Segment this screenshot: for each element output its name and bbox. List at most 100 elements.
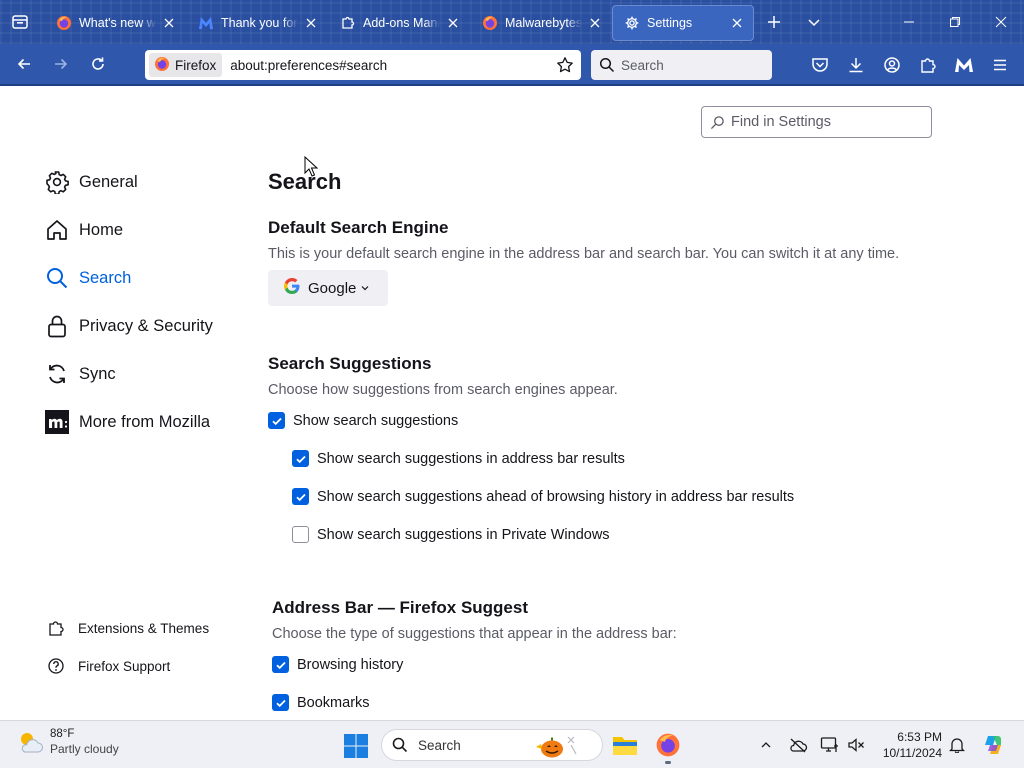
search-icon — [710, 115, 724, 129]
speaker-muted-icon — [848, 738, 864, 752]
extensions-button[interactable] — [910, 49, 946, 81]
mozilla-icon — [45, 410, 69, 434]
list-all-tabs-button[interactable] — [794, 0, 834, 44]
extensions-themes-link[interactable]: Extensions & Themes — [46, 618, 209, 638]
category-sync[interactable]: Sync — [45, 362, 116, 386]
find-in-settings-placeholder: Find in Settings — [731, 114, 831, 130]
arrow-right-icon — [55, 58, 68, 70]
forward-button[interactable] — [43, 48, 79, 80]
weather-condition: Partly cloudy — [50, 742, 119, 756]
malwarebytes-icon — [955, 58, 973, 72]
firefox-icon — [482, 15, 498, 31]
browsing-history-checkbox[interactable]: Browsing history — [272, 656, 403, 673]
bookmark-star-button[interactable] — [551, 51, 579, 79]
search-icon — [599, 57, 615, 73]
chevron-up-icon — [761, 742, 771, 748]
firefox-support-label: Firefox Support — [78, 658, 171, 674]
checkbox-label: Show search suggestions ahead of browsin… — [317, 488, 795, 505]
address-bar-suggest-description: Choose the type of suggestions that appe… — [272, 626, 677, 642]
default-engine-select[interactable]: Google — [268, 270, 388, 306]
onedrive-tray-icon[interactable] — [787, 734, 809, 756]
notifications-button[interactable] — [946, 734, 968, 756]
network-tray-icon[interactable] — [819, 734, 841, 756]
category-privacy-security[interactable]: Privacy & Security — [45, 314, 213, 338]
close-icon[interactable] — [160, 14, 178, 32]
minimize-button[interactable] — [886, 0, 932, 44]
tab-addons-manager[interactable]: Add-ons Manager — [328, 5, 470, 41]
back-button[interactable] — [6, 48, 42, 80]
file-explorer-button[interactable] — [609, 729, 641, 761]
system-clock[interactable]: 6:53 PM 10/11/2024 — [876, 729, 942, 761]
app-menu-button[interactable] — [982, 49, 1018, 81]
downloads-button[interactable] — [838, 49, 874, 81]
firefox-taskbar-button[interactable] — [652, 729, 684, 764]
copilot-button[interactable] — [980, 732, 1006, 758]
close-icon[interactable] — [444, 14, 462, 32]
pocket-icon — [812, 58, 828, 72]
search-icon — [392, 737, 408, 753]
category-label: Home — [79, 220, 124, 239]
suggestions-ahead-of-history-checkbox[interactable]: Show search suggestions ahead of browsin… — [292, 488, 794, 505]
reload-icon — [92, 57, 104, 70]
address-bar[interactable]: Firefox about:preferences#search — [145, 50, 581, 80]
partly-cloudy-icon — [21, 733, 43, 753]
navigation-toolbar: Firefox about:preferences#search Search — [0, 44, 1024, 86]
tab-thank-you[interactable]: Thank you for downloading — [186, 5, 328, 41]
category-home[interactable]: Home — [45, 218, 123, 242]
chevron-down-icon — [808, 19, 820, 27]
category-more-from-mozilla[interactable]: More from Mozilla — [45, 410, 210, 434]
monitor-network-icon — [820, 737, 838, 752]
restore-button[interactable] — [932, 0, 978, 44]
windows-taskbar: 88°F Partly cloudy Search 6:53 PM 10/11/… — [0, 720, 1024, 768]
pocket-button[interactable] — [802, 49, 838, 81]
tab-title: Add-ons Manager — [363, 16, 440, 30]
account-icon — [884, 57, 900, 73]
sync-icon — [45, 362, 69, 386]
suggestions-private-windows-checkbox[interactable]: Show search suggestions in Private Windo… — [292, 526, 610, 543]
new-tab-button[interactable] — [754, 0, 794, 44]
firefox-support-link[interactable]: Firefox Support — [46, 656, 170, 676]
suggestions-in-address-bar-checkbox[interactable]: Show search suggestions in address bar r… — [292, 450, 625, 467]
puzzle-icon — [340, 15, 356, 31]
show-search-suggestions-checkbox[interactable]: Show search suggestions — [268, 412, 458, 429]
home-icon — [45, 218, 69, 242]
malwarebytes-extension-button[interactable] — [946, 49, 982, 81]
weather-temperature: 88°F — [50, 728, 75, 740]
account-button[interactable] — [874, 49, 910, 81]
taskbar-search-box[interactable]: Search — [381, 729, 603, 761]
close-window-button[interactable] — [978, 0, 1024, 44]
checkbox-checked-icon — [292, 450, 309, 467]
checkbox-label: Browsing history — [297, 656, 404, 673]
reload-button[interactable] — [80, 48, 116, 80]
close-icon[interactable] — [728, 14, 746, 32]
default-engine-value: Google — [308, 279, 357, 297]
tab-whats-new[interactable]: What's new with Firefox — [44, 5, 186, 41]
close-icon[interactable] — [302, 14, 320, 32]
volume-tray-icon[interactable] — [845, 734, 867, 756]
tab-malwarebytes-guard[interactable]: Malwarebytes Browser Guard — [470, 5, 612, 41]
category-general[interactable]: General — [45, 170, 138, 194]
close-icon[interactable] — [586, 14, 604, 32]
identity-box[interactable]: Firefox — [149, 53, 223, 77]
find-in-settings-input[interactable]: Find in Settings — [701, 106, 932, 138]
search-bar[interactable]: Search — [591, 50, 772, 80]
tab-title: Settings — [647, 16, 693, 30]
default-search-engine-description: This is your default search engine in th… — [268, 246, 900, 262]
start-button[interactable] — [343, 733, 369, 759]
weather-widget[interactable]: 88°F Partly cloudy — [16, 727, 119, 757]
tab-settings[interactable]: Settings — [612, 5, 754, 41]
checkbox-checked-icon — [272, 656, 289, 673]
category-label: Search — [79, 268, 132, 287]
show-hidden-icons-button[interactable] — [755, 734, 777, 756]
running-indicator — [665, 761, 671, 764]
lock-icon — [45, 314, 69, 338]
taskbar-search-placeholder: Search — [418, 737, 461, 753]
tab-title: Malwarebytes Browser Guard — [505, 16, 582, 30]
category-label: Privacy & Security — [79, 316, 213, 335]
checkbox-label: Show search suggestions in Private Windo… — [317, 526, 610, 543]
firefox-view-button[interactable] — [0, 0, 40, 44]
checkbox-checked-icon — [272, 694, 289, 711]
category-search[interactable]: Search — [45, 266, 131, 290]
bookmarks-checkbox[interactable]: Bookmarks — [272, 694, 370, 711]
url-text[interactable]: about:preferences#search — [230, 58, 551, 73]
